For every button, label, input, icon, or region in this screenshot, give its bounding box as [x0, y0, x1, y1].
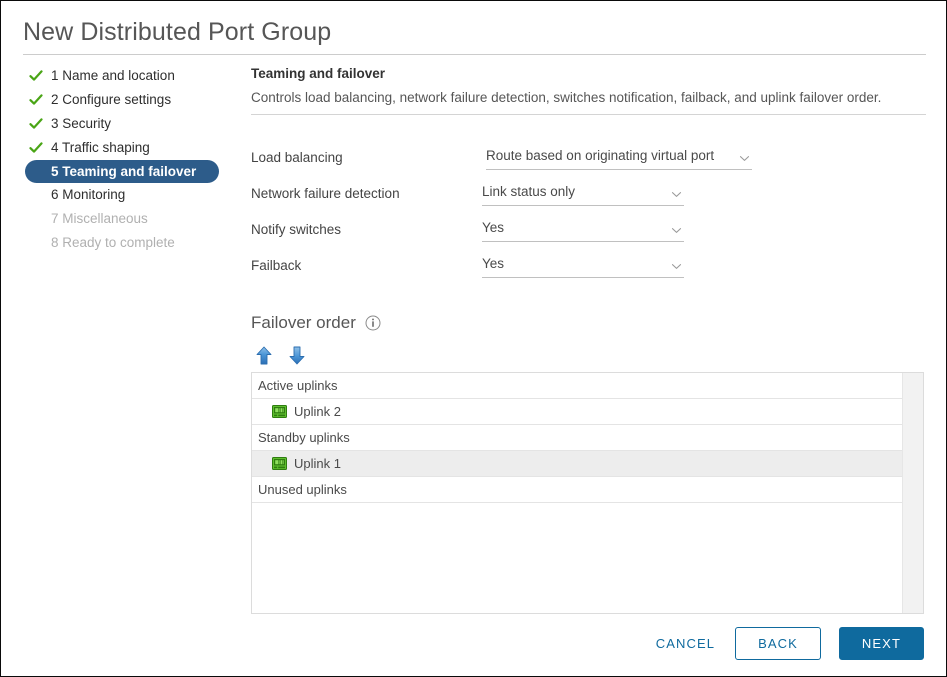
dropdown-1[interactable]: Route based on originating virtual port	[486, 147, 752, 170]
chevron-down-icon	[671, 223, 682, 234]
section-title: Teaming and failover	[251, 66, 386, 81]
row-label: Standby uplinks	[258, 429, 350, 445]
form-row: Load balancing Route based on originating…	[251, 147, 811, 183]
wizard-steps: 1 Name and location 2 Configure settings 3…	[25, 64, 230, 255]
wizard-footer: CANCEL BACK NEXT	[654, 627, 924, 660]
field-label: Failback	[251, 258, 302, 273]
section-header: Teaming and failover Controls load balan…	[251, 65, 926, 115]
section-description: Controls load balancing, network failure…	[251, 90, 882, 105]
field-label: Load balancing	[251, 150, 343, 165]
field-label: Network failure detection	[251, 186, 400, 201]
uplink-group-header[interactable]: Unused uplinks	[252, 477, 902, 503]
dropdown-value: Yes	[482, 256, 505, 271]
wizard-step-7[interactable]: 7 Miscellaneous	[25, 207, 230, 231]
uplink-group-header[interactable]: Standby uplinks	[252, 425, 902, 451]
dropdown-3[interactable]: Yes	[482, 219, 684, 242]
failover-order-list[interactable]: Active uplinks Uplink 2 Standby uplinks Upl…	[251, 372, 924, 614]
wizard-step-label: 2 Configure settings	[51, 92, 172, 107]
dropdown-value: Yes	[482, 220, 505, 235]
wizard-header: New Distributed Port Group	[23, 17, 926, 55]
chevron-down-icon	[671, 187, 682, 198]
move-up-arrow-icon[interactable]	[254, 345, 274, 366]
check-icon	[29, 69, 43, 83]
dropdown-value: Link status only	[482, 184, 576, 199]
next-button[interactable]: NEXT	[838, 627, 924, 660]
wizard-step-label: 8 Ready to complete	[51, 235, 175, 250]
uplink-group-header[interactable]: Active uplinks	[252, 373, 902, 399]
network-adapter-icon	[272, 457, 287, 470]
section-divider	[251, 114, 926, 115]
check-icon	[29, 141, 43, 155]
title-divider	[23, 54, 926, 55]
page-title: New Distributed Port Group	[23, 18, 332, 46]
row-label: Unused uplinks	[258, 481, 347, 497]
dropdown-2[interactable]: Link status only	[482, 183, 684, 206]
failover-order-header: Failover order	[251, 312, 381, 334]
wizard-step-8[interactable]: 8 Ready to complete	[25, 231, 230, 255]
wizard-step-label: 6 Monitoring	[51, 187, 126, 202]
wizard-step-label: 7 Miscellaneous	[51, 211, 148, 226]
wizard-window: New Distributed Port Group 1 Name and lo…	[0, 0, 947, 677]
wizard-step-label: 1 Name and location	[51, 68, 175, 83]
move-down-arrow-icon[interactable]	[287, 345, 307, 366]
row-label: Uplink 1	[294, 455, 341, 471]
wizard-step-1[interactable]: 1 Name and location	[25, 64, 230, 88]
wizard-step-6[interactable]: 6 Monitoring	[25, 183, 230, 207]
dropdown-value: Route based on originating virtual port	[486, 148, 715, 163]
field-label: Notify switches	[251, 222, 342, 237]
chevron-down-icon	[739, 151, 750, 162]
failover-order-rows: Active uplinks Uplink 2 Standby uplinks Upl…	[252, 373, 902, 613]
list-scrollbar[interactable]	[902, 373, 923, 613]
check-icon	[29, 117, 43, 131]
wizard-step-4[interactable]: 4 Traffic shaping	[25, 136, 230, 160]
form-row: Notify switches Yes	[251, 219, 811, 255]
failover-order-title: Failover order	[251, 313, 356, 332]
wizard-step-label: 5 Teaming and failover	[51, 163, 197, 179]
wizard-step-3[interactable]: 3 Security	[25, 112, 230, 136]
wizard-step-5[interactable]: 5 Teaming and failover	[25, 160, 219, 183]
network-adapter-icon	[272, 405, 287, 418]
failover-order-toolbar	[254, 345, 307, 366]
row-label: Active uplinks	[258, 377, 338, 393]
form-row: Failback Yes	[251, 255, 811, 291]
row-label: Uplink 2	[294, 403, 341, 419]
chevron-down-icon	[671, 259, 682, 270]
wizard-step-label: 4 Traffic shaping	[51, 140, 150, 155]
cancel-button[interactable]: CANCEL	[654, 630, 717, 657]
uplink-row[interactable]: Uplink 2	[252, 399, 902, 425]
teaming-form: Load balancing Route based on originating…	[251, 147, 811, 291]
dropdown-4[interactable]: Yes	[482, 255, 684, 278]
check-icon	[29, 93, 43, 107]
wizard-step-label: 3 Security	[51, 116, 112, 131]
form-row: Network failure detection Link status onl…	[251, 183, 811, 219]
info-icon[interactable]	[365, 315, 381, 331]
uplink-row[interactable]: Uplink 1	[252, 451, 902, 477]
back-button[interactable]: BACK	[735, 627, 821, 660]
wizard-step-2[interactable]: 2 Configure settings	[25, 88, 230, 112]
